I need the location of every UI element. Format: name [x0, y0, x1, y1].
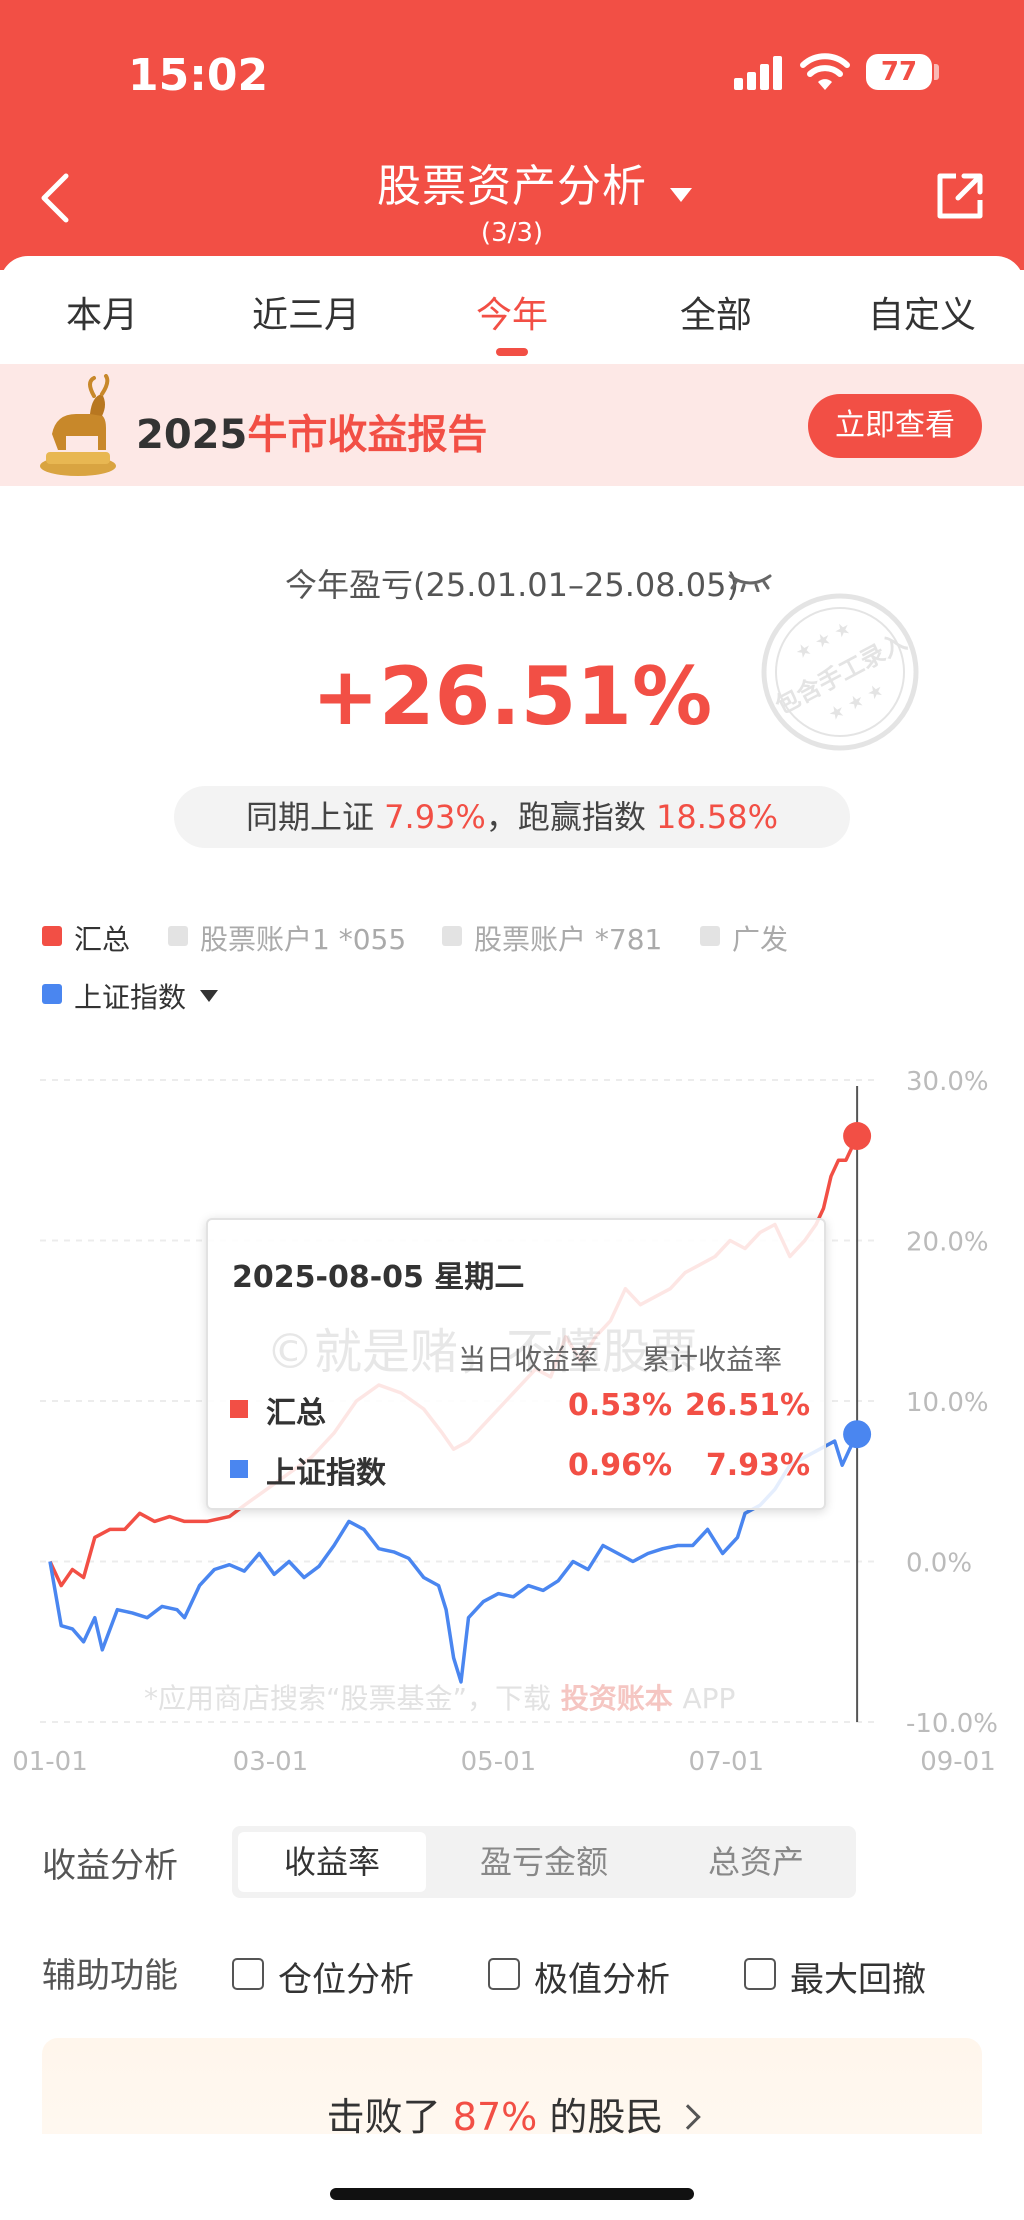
legend-item-total[interactable]: 汇总 [42, 918, 130, 958]
segment-return-rate[interactable]: 收益率 [238, 1832, 426, 1892]
beat-text: 击败了 87% 的股民 [42, 2086, 982, 2141]
aux-label: 辅助功能 [42, 1956, 178, 1996]
legend-swatch [42, 984, 62, 1004]
chart-footer-watermark: *应用商店搜索“股票基金”，下载 投资账本 APP [144, 1682, 735, 1715]
checkbox-box[interactable] [232, 1957, 264, 1990]
beat-percent: 87% [452, 2095, 538, 2139]
back-button[interactable] [32, 168, 80, 228]
y-tick-label: 30.0% [906, 1067, 989, 1097]
y-tick-label: 10.0% [906, 1388, 989, 1418]
legend-item-account-781[interactable]: 股票账户 *781 [442, 918, 662, 958]
tab-three-months[interactable]: 近三月 [226, 286, 386, 338]
segment-profit-amount[interactable]: 盈亏金额 [450, 1832, 638, 1892]
tooltip-swatch [230, 1460, 248, 1478]
tab-all[interactable]: 全部 [636, 286, 796, 338]
tooltip-cumulative-value: 26.51% [685, 1388, 810, 1423]
analysis-label: 收益分析 [42, 1846, 178, 1886]
x-tick-label: 07-01 [689, 1747, 765, 1777]
share-button[interactable] [934, 170, 986, 222]
period-tabs: 本月 近三月 今年 全部 自定义 [0, 256, 1024, 364]
tooltip-cumulative-value: 7.93% [705, 1448, 810, 1483]
battery-tip [934, 64, 939, 80]
chart-legend: 汇总 股票账户1 *055 股票账户 *781 广发 [42, 918, 1002, 958]
position-analysis-checkbox[interactable]: 仓位分析 [232, 1952, 414, 2000]
tooltip-row-index: 上证指数 0.96% 7.93% [230, 1448, 810, 1491]
tooltip-date: 2025-08-05 星期二 [232, 1260, 525, 1295]
caret-down-icon [670, 188, 692, 202]
tooltip-col-daily: 当日收益率 [458, 1343, 599, 1376]
extreme-analysis-checkbox[interactable]: 极值分析 [488, 1952, 670, 2000]
x-tick-label: 05-01 [461, 1747, 537, 1777]
x-tick-label: 09-01 [920, 1747, 996, 1777]
checkbox-box[interactable] [488, 1957, 520, 1990]
chart-tooltip: ©就是赌，不懂股票 2025-08-05 星期二 当日收益率 累计收益率 汇总 … [206, 1218, 826, 1510]
tooltip-swatch [230, 1400, 248, 1418]
beat-prefix: 击败了 [326, 2095, 441, 2139]
compare-mid: ，跑赢指数 [485, 798, 646, 836]
manual-entry-stamp: ★ ★ ★ ★ ★ ★ 包含手工录入 [761, 593, 919, 751]
beat-investors-card[interactable]: 击败了 87% 的股民 [42, 2038, 982, 2139]
tab-this-month[interactable]: 本月 [22, 286, 182, 338]
x-tick-label: 01-01 [12, 1747, 88, 1777]
wifi-icon [800, 53, 850, 90]
series-marker-index [843, 1420, 872, 1449]
battery-icon: 77 [866, 54, 932, 90]
legend-swatch [168, 926, 188, 946]
legend-item-account-055[interactable]: 股票账户1 *055 [168, 918, 406, 958]
legend-swatch [700, 926, 720, 946]
analysis-segment-control: 收益率 盈亏金额 总资产 [232, 1826, 856, 1898]
y-tick-label: 0.0% [906, 1549, 972, 1579]
legend-item-guangfa[interactable]: 广发 [700, 918, 788, 958]
index-comparison: 同期上证 7.93%，跑赢指数 18.58% [174, 786, 850, 848]
y-tick-label: -10.0% [906, 1709, 998, 1739]
cellular-signal-icon [734, 54, 784, 90]
tooltip-row-name: 汇总 [266, 1396, 326, 1431]
compare-beat-value: 18.58% [656, 798, 779, 836]
caret-down-icon [200, 990, 219, 1002]
tooltip-row-total: 汇总 0.53% 26.51% [230, 1388, 810, 1431]
checkbox-box[interactable] [744, 1957, 776, 1990]
legend-swatch [42, 926, 62, 946]
chevron-right-icon [675, 2104, 702, 2130]
status-time: 15:02 [128, 50, 269, 101]
app-header: 15:02 77 股票资产分析 (3/3) [0, 0, 1024, 270]
view-report-button[interactable]: 立即查看 [808, 394, 982, 458]
home-indicator [330, 2188, 694, 2200]
compare-index-value: 7.93% [384, 798, 486, 836]
index-selector[interactable]: 上证指数 [42, 976, 442, 1016]
tooltip-col-cumulative: 累计收益率 [642, 1343, 783, 1376]
banner-title: 2025牛市收益报告 [136, 402, 487, 460]
tab-active-indicator [496, 348, 528, 356]
bull-market-banner[interactable]: 2025牛市收益报告 立即查看 [0, 364, 1024, 486]
x-tick-label: 03-01 [233, 1747, 309, 1777]
page-title: 股票资产分析 [377, 161, 647, 212]
banner-title-text: 牛市收益报告 [247, 412, 488, 458]
tooltip-daily-value: 0.53% [568, 1388, 673, 1423]
y-tick-label: 20.0% [906, 1228, 989, 1258]
page-counter: (3/3) [480, 218, 544, 248]
title-dropdown[interactable]: 股票资产分析 (3/3) [300, 150, 724, 248]
max-drawdown-checkbox[interactable]: 最大回撤 [744, 1952, 926, 2000]
golden-bull-icon [40, 374, 116, 476]
compare-prefix: 同期上证 [245, 798, 374, 836]
tooltip-row-name: 上证指数 [266, 1456, 386, 1491]
banner-year: 2025 [136, 412, 248, 458]
segment-total-assets[interactable]: 总资产 [662, 1832, 850, 1892]
legend-item-index[interactable]: 上证指数 [42, 976, 219, 1016]
tab-custom[interactable]: 自定义 [842, 286, 1002, 338]
beat-suffix: 的股民 [549, 2095, 664, 2139]
tab-this-year[interactable]: 今年 [432, 286, 592, 338]
series-marker-total [843, 1122, 872, 1151]
legend-swatch [442, 926, 462, 946]
tooltip-daily-value: 0.96% [568, 1448, 673, 1483]
